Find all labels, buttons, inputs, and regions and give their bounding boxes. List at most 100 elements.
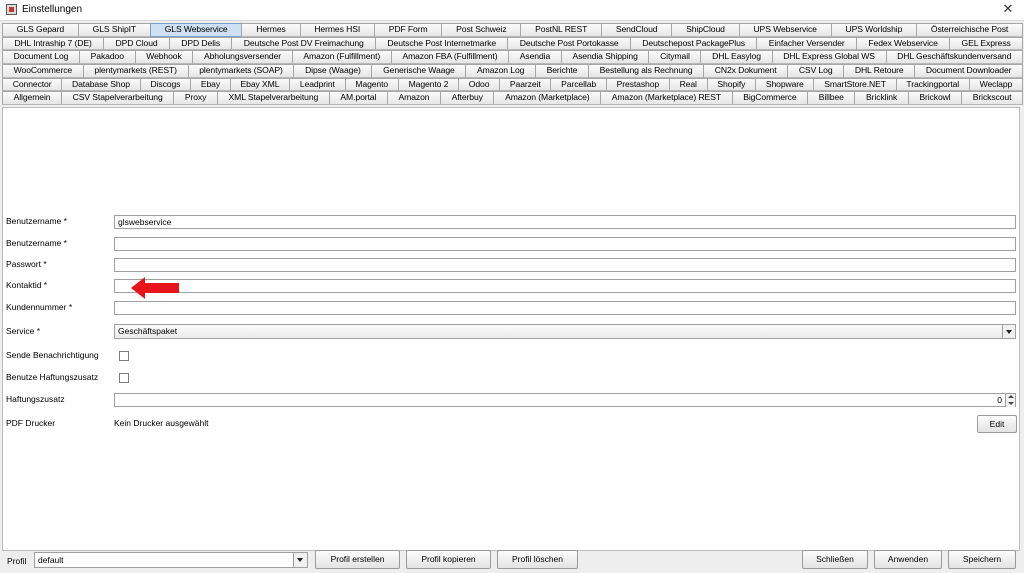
tab[interactable]: GLS Gepard <box>2 23 79 37</box>
service-select[interactable]: Geschäftspaket <box>114 324 1016 339</box>
profil-select[interactable]: default <box>34 552 308 568</box>
tab[interactable]: Shopware <box>755 77 815 92</box>
tab[interactable]: DHL Easylog <box>700 50 773 64</box>
tab[interactable]: Amazon <box>386 91 442 105</box>
profil-erstellen-button[interactable]: Profil erstellen <box>315 550 400 569</box>
tab[interactable]: PDF Form <box>373 23 443 37</box>
benutze-haftungszusatz-checkbox[interactable] <box>119 373 129 383</box>
tab[interactable]: Amazon (Fulfillment) <box>291 50 392 64</box>
tab[interactable]: Amazon Log <box>465 64 536 78</box>
tab[interactable]: Proxy <box>173 91 218 105</box>
tab[interactable]: Asendia <box>508 50 562 64</box>
tab[interactable]: Brickscout <box>961 91 1023 105</box>
tab[interactable]: Billbee <box>807 91 856 105</box>
tab[interactable]: Citymail <box>648 50 702 64</box>
tab[interactable]: Magento 2 <box>397 77 460 92</box>
tab[interactable]: SmartStore.NET <box>813 77 897 92</box>
tab[interactable]: Real <box>668 77 708 92</box>
haftungszusatz-spinner[interactable]: 0 <box>114 393 1016 407</box>
tab[interactable]: GEL Express <box>949 36 1024 51</box>
profil-loeschen-button[interactable]: Profil löschen <box>497 550 578 569</box>
tab[interactable]: XML Stapelverarbeitung <box>216 91 330 105</box>
tab[interactable]: Brickowl <box>907 91 963 105</box>
tab[interactable]: CSV Stapelverarbeitung <box>61 91 175 105</box>
tab[interactable]: Trackingportal <box>895 77 970 92</box>
tab[interactable]: Amazon (Marketplace) REST <box>600 91 733 105</box>
spinner-down-icon[interactable] <box>1005 400 1015 407</box>
speichern-button[interactable]: Speichern <box>948 550 1016 569</box>
tab[interactable]: UPS Worldship <box>830 23 918 37</box>
tab[interactable]: Ebay XML <box>229 77 291 92</box>
schliessen-button[interactable]: Schließen <box>802 550 868 569</box>
tab[interactable]: Deutsche Post Internetmarke <box>375 36 509 51</box>
passwort-input[interactable] <box>114 258 1016 272</box>
edit-button[interactable]: Edit <box>977 415 1017 433</box>
tab[interactable]: ShipCloud <box>671 23 740 37</box>
tab[interactable]: Ebay <box>190 77 231 92</box>
chevron-down-icon[interactable] <box>1002 325 1015 338</box>
tab[interactable]: DPD Delis <box>168 36 233 51</box>
kundennummer-input[interactable] <box>114 301 1016 315</box>
tab[interactable]: DHL Retoure <box>843 64 916 78</box>
anwenden-button[interactable]: Anwenden <box>874 550 942 569</box>
tab[interactable]: Document Downloader <box>914 64 1024 78</box>
tab[interactable]: GLS Webservice <box>149 23 243 37</box>
tab[interactable]: plentymarkets (SOAP) <box>187 64 295 78</box>
tab[interactable]: Amazon (Marketplace) <box>493 91 602 105</box>
tab[interactable]: Einfacher Versender <box>756 36 858 51</box>
tab[interactable]: Webhook <box>134 50 194 64</box>
tab[interactable]: Amazon FBA (Fulfillment) <box>390 50 510 64</box>
kontaktid-input[interactable] <box>114 279 1016 293</box>
close-button[interactable]: ✕ <box>1000 1 1016 17</box>
tab[interactable]: Leadprint <box>289 77 346 92</box>
tab[interactable]: DHL Intraship 7 (DE) <box>2 36 105 51</box>
tab[interactable]: Connector <box>2 77 63 92</box>
benutzername-2-input[interactable] <box>114 237 1016 251</box>
tab[interactable]: Fedex Webservice <box>856 36 951 51</box>
tab[interactable]: CN2x Dokument <box>703 64 789 78</box>
tab[interactable]: Discogs <box>139 77 192 92</box>
tab[interactable]: DPD Cloud <box>103 36 170 51</box>
tab[interactable]: Bestellung als Rechnung <box>588 64 705 78</box>
tab[interactable]: Bricklink <box>854 91 909 105</box>
tab[interactable]: Document Log <box>2 50 81 64</box>
tab[interactable]: UPS Webservice <box>738 23 832 37</box>
tab[interactable]: Abholungsversender <box>192 50 293 64</box>
tab[interactable]: SendCloud <box>601 23 673 37</box>
tab[interactable]: Generische Waage <box>371 64 467 78</box>
tab[interactable]: WooCommerce <box>2 64 84 78</box>
tab[interactable]: GLS ShipIT <box>77 23 151 37</box>
sende-benachrichtigung-checkbox[interactable] <box>119 351 129 361</box>
tab[interactable]: Prestashop <box>605 77 670 92</box>
tab[interactable]: Dipse (Waage) <box>293 64 373 78</box>
profil-kopieren-button[interactable]: Profil kopieren <box>406 550 491 569</box>
tab[interactable]: Post Schweiz <box>441 23 522 37</box>
tab[interactable]: Berichte <box>534 64 590 78</box>
tab[interactable]: Hermes <box>241 23 301 37</box>
tab[interactable]: DHL Express Global WS <box>771 50 887 64</box>
tab[interactable]: Pakadoo <box>79 50 136 64</box>
tab[interactable]: BigCommerce <box>731 91 809 105</box>
tab[interactable]: Shopify <box>706 77 757 92</box>
tab[interactable]: Allgemein <box>2 91 63 105</box>
tab[interactable]: plentymarkets (REST) <box>82 64 189 78</box>
tab[interactable]: Deutsche Post Portokasse <box>507 36 631 51</box>
tab[interactable]: DHL Geschäftskundenversand <box>885 50 1023 64</box>
tab[interactable]: Database Shop <box>61 77 141 92</box>
tab[interactable]: AM.portal <box>328 91 388 105</box>
tab[interactable]: Magento <box>344 77 399 92</box>
tab[interactable]: Weclapp <box>968 77 1023 92</box>
tab[interactable]: Deutsche Post DV Freimachung <box>231 36 377 51</box>
chevron-down-icon[interactable] <box>293 553 307 567</box>
tab[interactable]: Paarzeit <box>499 77 552 92</box>
benutzername-input[interactable]: glswebservice <box>114 215 1016 229</box>
tab[interactable]: Hermes HSI <box>299 23 375 37</box>
tab[interactable]: Afterbuy <box>440 91 495 105</box>
tab[interactable]: Odoo <box>458 77 501 92</box>
tab[interactable]: Asendia Shipping <box>560 50 650 64</box>
tab[interactable]: Parcellab <box>550 77 607 92</box>
tab[interactable]: Österreichische Post <box>916 23 1023 37</box>
tab[interactable]: CSV Log <box>787 64 845 78</box>
tab[interactable]: PostNL REST <box>520 23 603 37</box>
tab[interactable]: Deutschepost PackagePlus <box>629 36 758 51</box>
